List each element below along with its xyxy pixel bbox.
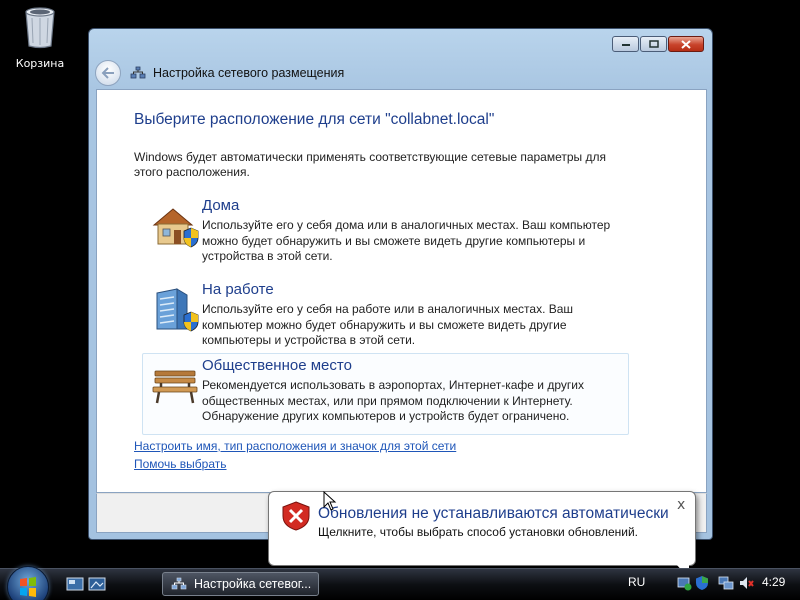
back-arrow-icon xyxy=(101,67,114,79)
work-building-icon xyxy=(156,288,199,332)
network-tray-icon[interactable] xyxy=(718,575,734,591)
customize-network-link[interactable]: Настроить имя, тип расположения и значок… xyxy=(134,439,456,453)
window-controls xyxy=(612,36,704,52)
volume-muted-icon[interactable] xyxy=(738,575,754,591)
security-center-tray-icon[interactable] xyxy=(694,575,710,591)
navigation-bar: Настройка сетевого размещения xyxy=(89,55,712,91)
mouse-cursor-icon xyxy=(323,491,337,511)
network-icon xyxy=(171,577,187,590)
start-button[interactable] xyxy=(7,566,49,600)
park-bench-icon xyxy=(152,370,198,404)
page-heading: Выберите расположение для сети "collabne… xyxy=(134,111,495,128)
minimize-icon xyxy=(621,44,630,46)
taskbar-window-label: Настройка сетевог... xyxy=(194,577,312,591)
option-public-title: Общественное место xyxy=(202,357,352,374)
notification-close-button[interactable]: x xyxy=(677,498,685,512)
close-button[interactable] xyxy=(668,36,704,52)
recycle-bin-label: Корзина xyxy=(15,57,65,70)
recycle-bin-desktop-icon[interactable]: Корзина xyxy=(8,2,72,70)
notification-title: Обновления не устанавливаются автоматиче… xyxy=(318,505,669,522)
option-home-description: Используйте его у себя дома или в аналог… xyxy=(202,218,611,263)
windows-logo-icon xyxy=(20,577,36,597)
recycle-bin-icon xyxy=(25,7,55,49)
network-icon xyxy=(130,66,146,79)
home-icon xyxy=(152,208,199,248)
intro-text: Windows будет автоматически применять со… xyxy=(134,150,607,179)
option-work-description: Используйте его у себя на работе или в а… xyxy=(202,302,574,347)
taskbar-window-button[interactable]: Настройка сетевог... xyxy=(162,572,319,596)
option-home-title: Дома xyxy=(202,197,240,214)
window-title: Настройка сетевого размещения xyxy=(153,66,345,80)
help-choose-link[interactable]: Помочь выбрать xyxy=(134,457,227,471)
language-indicator[interactable]: RU xyxy=(628,575,645,589)
minimize-button[interactable] xyxy=(612,36,639,52)
system-clock[interactable]: 4:29 xyxy=(762,575,785,589)
window-content: Выберите расположение для сети "collabne… xyxy=(96,89,707,493)
close-icon xyxy=(681,39,691,49)
notification-text: Щелкните, чтобы выбрать способ установки… xyxy=(318,525,639,539)
switch-windows-icon[interactable] xyxy=(88,576,106,592)
error-shield-icon xyxy=(282,501,310,531)
windows-update-tray-icon[interactable] xyxy=(676,575,692,591)
option-work-title: На работе xyxy=(202,281,274,298)
option-public[interactable]: Общественное место Рекомендуется использ… xyxy=(142,353,629,435)
network-location-window: Настройка сетевого размещения Выберите р… xyxy=(88,28,713,540)
option-public-description: Рекомендуется использовать в аэропортах,… xyxy=(202,378,584,423)
maximize-icon xyxy=(648,40,659,48)
maximize-button[interactable] xyxy=(640,36,667,52)
option-work[interactable]: На работе Используйте его у себя на рабо… xyxy=(142,280,629,360)
back-button[interactable] xyxy=(95,60,121,86)
show-desktop-icon[interactable] xyxy=(66,576,84,592)
option-home[interactable]: Дома Используйте его у себя дома или в а… xyxy=(142,196,629,276)
